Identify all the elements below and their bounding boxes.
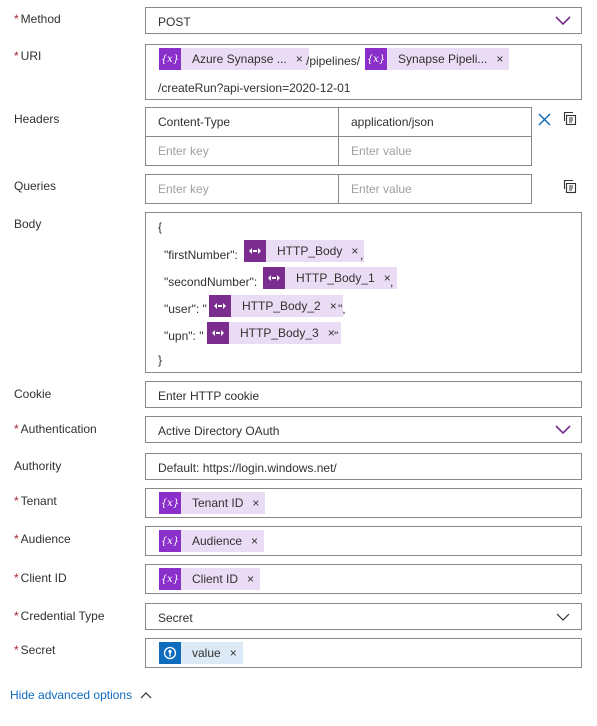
uri-suffix: /createRun?api-version=2020-12-01 xyxy=(158,81,351,95)
method-value: POST xyxy=(158,15,191,29)
body-editor[interactable]: { "firstNumber": HTTP_Body × , "secondNu… xyxy=(145,212,582,373)
authority-input[interactable]: Default: https://login.windows.net/ xyxy=(145,453,582,480)
http-trigger-icon xyxy=(263,267,285,289)
chevron-down-icon xyxy=(556,613,570,621)
body-key: "user": " xyxy=(164,302,207,316)
key-vault-icon xyxy=(159,642,181,664)
switch-text-mode-icon[interactable] xyxy=(562,178,578,194)
client-id-token[interactable]: {x} Client ID × xyxy=(159,568,261,590)
switch-text-mode-icon[interactable] xyxy=(562,110,578,126)
http-trigger-icon xyxy=(207,322,229,344)
cookie-label: Cookie xyxy=(14,387,52,401)
tenant-input[interactable]: {x} Tenant ID × xyxy=(145,488,582,518)
client-id-label: * Client ID xyxy=(14,571,67,585)
body-key: "upn": " xyxy=(164,329,204,343)
variable-icon: {x} xyxy=(365,48,387,70)
hide-advanced-options-label: Hide advanced options xyxy=(10,688,133,702)
remove-token-icon[interactable]: × xyxy=(487,52,509,66)
hide-advanced-options-link[interactable]: Hide advanced options xyxy=(10,688,152,702)
tenant-token[interactable]: {x} Tenant ID × xyxy=(159,492,266,514)
chevron-up-icon xyxy=(140,692,152,699)
authentication-dropdown[interactable]: Active Directory OAuth xyxy=(145,416,582,443)
body-open-brace: { xyxy=(158,220,163,234)
body-key: "secondNumber": xyxy=(164,275,258,289)
authentication-value: Active Directory OAuth xyxy=(158,424,280,438)
headers-label: Headers xyxy=(14,112,60,126)
uri-input[interactable]: {x} Azure Synapse ... × /pipelines/ {x} … xyxy=(145,44,582,100)
body-token-http-body[interactable]: HTTP_Body × xyxy=(244,240,365,262)
body-after: " xyxy=(334,329,339,343)
method-dropdown[interactable]: POST xyxy=(145,7,582,34)
body-after: ", xyxy=(338,302,346,316)
uri-label: * URI xyxy=(14,49,42,63)
remove-token-icon[interactable]: × xyxy=(238,572,260,586)
header-key-new[interactable]: Enter key xyxy=(145,136,339,166)
audience-token[interactable]: {x} Audience × xyxy=(159,530,265,552)
authority-label: Authority xyxy=(14,459,62,473)
chevron-down-icon xyxy=(555,425,571,435)
queries-label: Queries xyxy=(14,179,57,193)
credential-type-label: * Credential Type xyxy=(14,609,105,623)
uri-token-synapse[interactable]: {x} Azure Synapse ... × xyxy=(159,48,309,70)
body-after: , xyxy=(360,248,364,262)
variable-icon: {x} xyxy=(159,530,181,552)
body-token-http-body-2[interactable]: HTTP_Body_2 × xyxy=(209,295,343,317)
variable-icon: {x} xyxy=(159,492,181,514)
client-id-input[interactable]: {x} Client ID × xyxy=(145,564,582,594)
authentication-label: * Authentication xyxy=(14,422,97,436)
method-label: * Method xyxy=(14,12,61,26)
uri-token-pipeline[interactable]: {x} Synapse Pipeli... × xyxy=(365,48,510,70)
close-icon[interactable] xyxy=(538,113,551,126)
body-close-brace: } xyxy=(158,353,163,367)
http-trigger-icon xyxy=(209,295,231,317)
audience-label: * Audience xyxy=(14,532,71,546)
header-value-new[interactable]: Enter value xyxy=(338,136,532,166)
uri-mid-text: /pipelines/ xyxy=(306,54,361,68)
secret-token[interactable]: value × xyxy=(159,642,243,664)
body-key: "firstNumber": xyxy=(164,248,238,262)
remove-token-icon[interactable]: × xyxy=(375,271,397,285)
body-after: , xyxy=(390,275,394,289)
remove-token-icon[interactable]: × xyxy=(242,534,264,548)
cookie-input[interactable]: Enter HTTP cookie xyxy=(145,381,582,408)
secret-label: * Secret xyxy=(14,643,56,657)
chevron-down-icon xyxy=(555,16,571,26)
header-value-1[interactable]: application/json xyxy=(338,107,532,137)
credential-type-dropdown[interactable]: Secret xyxy=(145,603,582,630)
credential-type-value: Secret xyxy=(158,611,193,625)
tenant-label: * Tenant xyxy=(14,494,57,508)
query-key-new[interactable]: Enter key xyxy=(145,174,339,204)
body-label: Body xyxy=(14,217,42,231)
variable-icon: {x} xyxy=(159,568,181,590)
remove-token-icon[interactable]: × xyxy=(243,496,265,510)
variable-icon: {x} xyxy=(159,48,181,70)
body-token-http-body-3[interactable]: HTTP_Body_3 × xyxy=(207,322,341,344)
body-token-http-body-1[interactable]: HTTP_Body_1 × xyxy=(263,267,397,289)
remove-token-icon[interactable]: × xyxy=(221,646,243,660)
header-key-1[interactable]: Content-Type xyxy=(145,107,339,137)
query-value-new[interactable]: Enter value xyxy=(338,174,532,204)
audience-input[interactable]: {x} Audience × xyxy=(145,526,582,556)
secret-input[interactable]: value × xyxy=(145,638,582,668)
http-trigger-icon xyxy=(244,240,266,262)
